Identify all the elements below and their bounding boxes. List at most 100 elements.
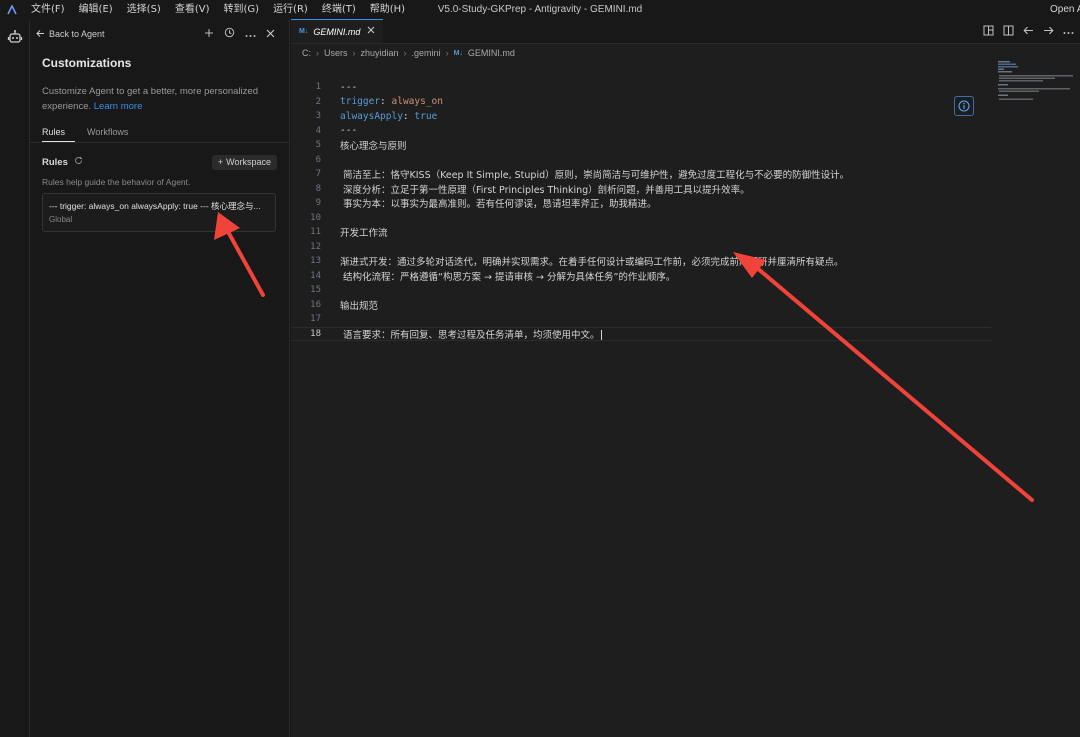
chevron-right-icon: ›: [403, 48, 407, 58]
code-line: 14 结构化流程：严格遵循“构思方案 → 提请审核 → 分解为具体任务”的作业顺…: [291, 269, 991, 284]
code-line: 16 输出规范: [291, 298, 991, 313]
breadcrumb-file[interactable]: GEMINI.md: [468, 48, 515, 58]
yaml-value: true: [414, 110, 438, 122]
yaml-key: alwaysApply: [340, 110, 403, 122]
code-line: 6: [291, 153, 991, 168]
tab-rules[interactable]: Rules: [42, 122, 76, 142]
close-tab-icon[interactable]: [367, 26, 375, 37]
arrow-left-icon: [36, 29, 45, 40]
menu-selection[interactable]: 选择(S): [120, 0, 168, 20]
add-workspace-rule-button[interactable]: + Workspace: [211, 154, 277, 170]
code-line: 11 开发工作流: [291, 225, 991, 240]
more-actions-icon[interactable]: [1063, 26, 1074, 38]
menu-view[interactable]: 查看(V): [168, 0, 217, 20]
line-content: 结构化流程：严格遵循“构思方案 → 提请审核 → 分解为具体任务”的作业顺序。: [340, 271, 676, 283]
line-number: 14: [310, 270, 321, 281]
line-number: 6: [315, 154, 321, 165]
menu-bar: 文件(F) 编辑(E) 选择(S) 查看(V) 转到(G) 运行(R) 终端(T…: [24, 0, 412, 20]
editor-area: M↓ GEMINI.md C: › Users › zhuyidian › .g…: [291, 19, 1080, 737]
line-content: 深度分析：立足于第一性原理（First Principles Thinking）…: [340, 184, 750, 196]
open-preview-icon[interactable]: [983, 25, 994, 39]
markdown-file-icon: M↓: [299, 28, 309, 35]
breadcrumb-drive[interactable]: C:: [302, 48, 311, 58]
learn-more-link[interactable]: Learn more: [94, 101, 143, 112]
panel-description: Customize Agent to get a better, more pe…: [30, 78, 289, 116]
line-number: 9: [315, 198, 321, 209]
code-line: 7 简洁至上：恪守KISS（Keep It Simple, Stupid）原则，…: [291, 167, 991, 182]
menu-edit[interactable]: 编辑(E): [72, 0, 120, 20]
code-line: 12: [291, 240, 991, 255]
info-icon[interactable]: [954, 96, 974, 116]
line-content: ---: [340, 81, 358, 93]
line-number: 7: [315, 169, 321, 180]
close-icon[interactable]: [266, 27, 275, 41]
line-number: 17: [310, 314, 321, 325]
line-number: 15: [310, 285, 321, 296]
current-line-highlight: [291, 326, 991, 341]
line-number: 1: [315, 82, 321, 93]
line-number: 11: [310, 227, 321, 238]
menu-help[interactable]: 帮助(H): [363, 0, 412, 20]
code-line: 9 事实为本：以事实为最高准则。若有任何谬误，恳请坦率斧正，助我精进。: [291, 196, 991, 211]
rules-help-text: Rules help guide the behavior of Agent.: [42, 177, 191, 187]
rules-section-header: Rules + Workspace: [30, 150, 289, 174]
chevron-right-icon: ›: [445, 48, 449, 58]
code-line: 17: [291, 312, 991, 327]
line-number: 4: [315, 125, 321, 136]
breadcrumb-user[interactable]: zhuyidian: [361, 48, 399, 58]
arrow-back-icon[interactable]: [1023, 26, 1034, 38]
code-line: 8 深度分析：立足于第一性原理（First Principles Thinkin…: [291, 182, 991, 197]
tab-workflows[interactable]: Workflows: [87, 122, 138, 142]
breadcrumb-gemini-folder[interactable]: .gemini: [412, 48, 441, 58]
yaml-value: always_on: [391, 96, 443, 108]
line-number: 10: [310, 212, 321, 223]
menu-run[interactable]: 运行(R): [266, 0, 315, 20]
rule-card-title: --- trigger: always_on alwaysApply: true…: [49, 201, 261, 211]
rule-card-scope: Global: [49, 215, 73, 224]
breadcrumb: C: › Users › zhuyidian › .gemini › M↓ GE…: [291, 44, 1080, 62]
panel-header: Back to Agent: [30, 20, 289, 48]
menu-file[interactable]: 文件(F): [24, 0, 72, 20]
agent-robot-icon[interactable]: [0, 20, 30, 54]
chevron-right-icon: ›: [316, 48, 319, 58]
panel-actions: [204, 27, 289, 41]
line-content: 事实为本：以事实为最高准则。若有任何谬误，恳请坦率斧正，助我精进。: [340, 199, 657, 211]
code-line: 3 alwaysApply: true: [291, 109, 991, 124]
editor-tab-bar: M↓ GEMINI.md: [291, 19, 1080, 44]
line-content: 简洁至上：恪守KISS（Keep It Simple, Stupid）原则，崇尚…: [340, 170, 850, 182]
line-number: 13: [310, 256, 321, 267]
line-number: 12: [310, 241, 321, 252]
rules-heading: Rules: [42, 156, 68, 168]
workspace-label: Workspace: [226, 156, 271, 167]
customizations-panel: Back to Agent Customizations Customize A…: [30, 20, 290, 737]
back-to-agent-label: Back to Agent: [49, 29, 105, 39]
line-content: 开发工作流: [340, 228, 388, 240]
minimap[interactable]: [996, 60, 1076, 110]
antigravity-logo-icon[interactable]: [0, 0, 24, 20]
editor-tab-label: GEMINI.md: [313, 26, 361, 37]
markdown-file-icon: M↓: [453, 49, 463, 57]
editor-tab-gemini-md[interactable]: M↓ GEMINI.md: [291, 19, 383, 43]
line-number: 16: [310, 299, 321, 310]
line-content: 核心理念与原则: [340, 141, 407, 153]
code-line: 15: [291, 283, 991, 298]
line-number: 8: [315, 183, 321, 194]
customization-tabs: Rules Workflows: [30, 122, 289, 143]
plus-icon[interactable]: [204, 27, 214, 41]
code-view[interactable]: 1 --- 2 trigger: always_on 3 alwaysApply…: [291, 80, 991, 341]
open-agent-button[interactable]: Open A: [1050, 0, 1080, 20]
more-icon[interactable]: [245, 27, 256, 41]
arrow-forward-icon[interactable]: [1043, 26, 1054, 38]
split-editor-icon[interactable]: [1003, 25, 1014, 39]
chevron-right-icon: ›: [352, 48, 356, 58]
refresh-icon[interactable]: [74, 156, 83, 168]
code-line: 13 渐进式开发：通过多轮对话迭代，明确并实现需求。在着手任何设计或编码工作前，…: [291, 254, 991, 269]
rule-card-global[interactable]: --- trigger: always_on alwaysApply: true…: [42, 193, 276, 232]
history-icon[interactable]: [224, 27, 235, 41]
breadcrumb-users[interactable]: Users: [324, 48, 348, 58]
panel-description-text: Customize Agent to get a better, more pe…: [42, 86, 258, 112]
menu-terminal[interactable]: 终端(T): [315, 0, 363, 20]
line-number: 2: [315, 96, 321, 107]
menu-go[interactable]: 转到(G): [217, 0, 267, 20]
back-to-agent-link[interactable]: Back to Agent: [36, 29, 105, 40]
